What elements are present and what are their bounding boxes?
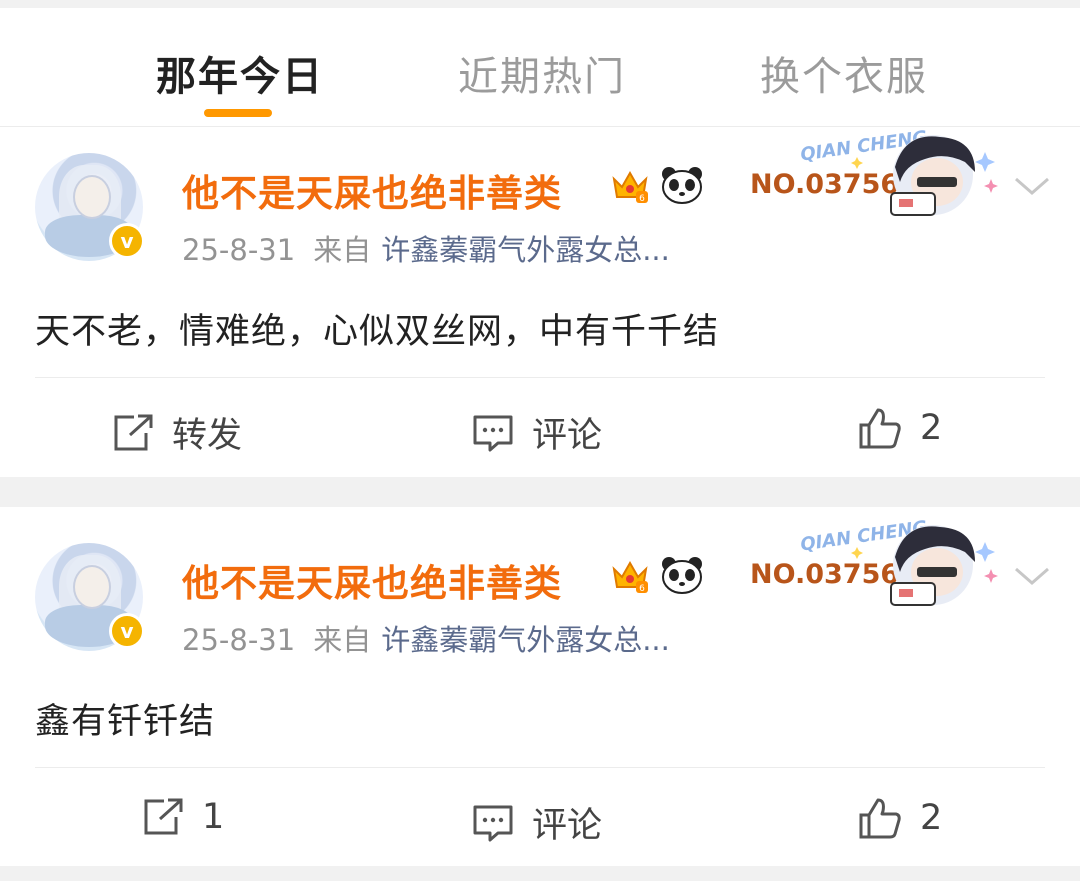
active-tab-indicator <box>204 109 272 117</box>
avatar[interactable]: v <box>35 153 145 261</box>
chevron-down-icon[interactable] <box>1012 175 1052 199</box>
repost-button[interactable]: 1 <box>142 797 224 837</box>
username[interactable]: 他不是天屎也绝非善类 <box>182 163 562 217</box>
crown-badge-icon: 6 <box>612 170 648 204</box>
comment-button[interactable]: 评论 <box>472 407 602 458</box>
username[interactable]: 他不是天屎也绝非善类 <box>182 553 562 607</box>
post-meta: 25-8-31 来自 许鑫蓁霸气外露女总... <box>182 227 670 269</box>
post-date: 25-8-31 <box>182 233 296 267</box>
bottom-spacer <box>0 866 1080 881</box>
repost-count: 1 <box>202 797 225 837</box>
verified-badge: v <box>109 613 145 649</box>
client-source-link[interactable]: 许鑫蓁霸气外露女总... <box>381 233 670 267</box>
comment-label: 评论 <box>532 416 603 456</box>
like-count: 2 <box>920 798 943 838</box>
fan-card-decoration: QIAN CHENG <box>799 127 998 216</box>
repost-icon <box>144 798 183 835</box>
comment-label: 评论 <box>532 806 603 846</box>
comment-button[interactable]: 评论 <box>472 797 602 848</box>
client-source-link[interactable]: 许鑫蓁霸气外露女总... <box>381 623 670 657</box>
like-icon <box>859 798 901 839</box>
like-button[interactable]: 2 <box>858 797 942 839</box>
top-spacer <box>0 0 1080 8</box>
repost-icon <box>114 414 153 450</box>
chevron-down-icon[interactable] <box>1012 565 1052 589</box>
like-button[interactable]: 2 <box>858 407 942 449</box>
post-content[interactable]: 鑫有钎钎结 <box>35 693 215 744</box>
repost-button[interactable]: 转发 <box>112 407 242 458</box>
from-label: 来自 <box>313 623 372 657</box>
post-card: v 他不是天屎也绝非善类 6 NO.03756 QIAN CHENG 25-8-… <box>0 507 1080 866</box>
tab-change-outfit[interactable]: 换个衣服 <box>760 44 928 102</box>
panda-icon <box>662 167 702 204</box>
post-meta: 25-8-31 来自 许鑫蓁霸气外露女总... <box>182 617 670 659</box>
svg-text:6: 6 <box>639 584 645 594</box>
panda-icon <box>662 557 702 594</box>
svg-text:6: 6 <box>639 194 645 204</box>
like-count: 2 <box>920 408 943 448</box>
repost-label: 转发 <box>172 416 243 456</box>
tab-on-this-day[interactable]: 那年今日 <box>156 44 324 102</box>
divider <box>35 377 1045 378</box>
comment-icon <box>473 805 513 841</box>
comment-icon <box>473 415 513 451</box>
post-date: 25-8-31 <box>182 623 296 657</box>
tab-bar: 那年今日 近期热门 换个衣服 <box>0 8 1080 127</box>
post-card: v 他不是天屎也绝非善类 6 NO.03756 QIAN CHENG 25-8-… <box>0 127 1080 477</box>
post-content[interactable]: 天不老，情难绝，心似双丝网，中有千千结 <box>35 303 719 354</box>
from-label: 来自 <box>313 233 372 267</box>
tab-recent-hot[interactable]: 近期热门 <box>458 44 626 102</box>
avatar[interactable]: v <box>35 543 145 651</box>
fan-card-decoration: QIAN CHENG <box>799 517 998 606</box>
verified-badge: v <box>109 223 145 259</box>
divider <box>35 767 1045 768</box>
like-icon <box>859 408 901 449</box>
crown-badge-icon: 6 <box>612 560 648 594</box>
